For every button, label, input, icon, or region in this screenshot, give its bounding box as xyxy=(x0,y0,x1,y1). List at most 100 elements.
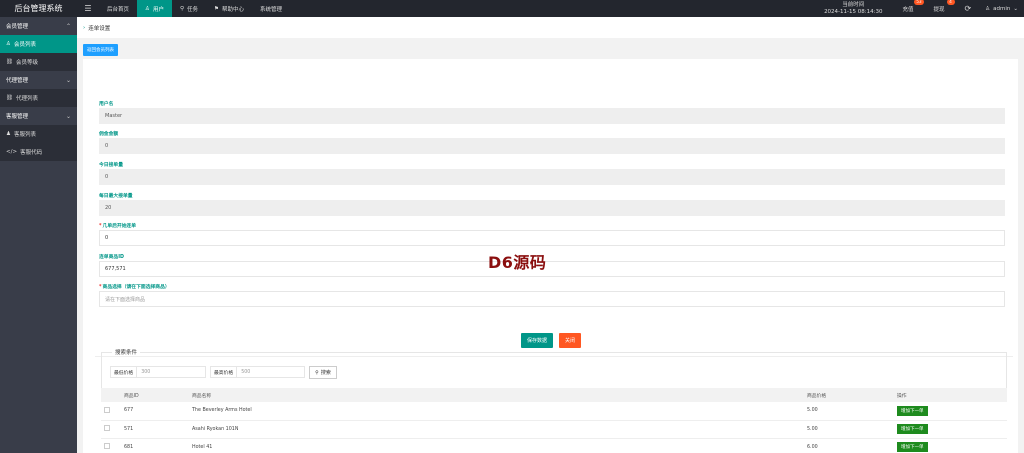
sidebar-group-members[interactable]: 会员管理 ⌃ xyxy=(0,17,77,35)
field-label-wrap: *商品选择（请在下面选择商品） xyxy=(99,283,1005,291)
sidebar-group-label: 会员管理 xyxy=(6,24,29,30)
recharge-badge: 53 xyxy=(914,0,924,5)
min-price-input[interactable]: 300 xyxy=(136,367,198,377)
table-row: 571 Asahi Ryokan 101N 5.00 增加下一单 xyxy=(101,420,1007,439)
cell-id: 571 xyxy=(121,420,189,439)
back-to-member-list-button[interactable]: 返回会员列表 xyxy=(83,44,118,56)
start-after-field: *几单后开始连单 0 xyxy=(99,222,1005,246)
save-button[interactable]: 保存数据 xyxy=(521,333,554,348)
header-checkbox xyxy=(101,388,121,402)
sidebar-item-label: 代理列表 xyxy=(15,96,38,102)
sidebar-item-member-list[interactable]: ♙ 会员列表 xyxy=(0,35,77,53)
field-label: 连单商品ID xyxy=(99,255,124,260)
recharge-link[interactable]: 充值 53 xyxy=(892,0,924,17)
header-action: 操作 xyxy=(894,388,1007,402)
add-next-order-button[interactable]: 增加下一单 xyxy=(897,405,928,416)
search-legend: 搜索条件 xyxy=(112,348,141,356)
user-menu[interactable]: ♙ admin ⌄ xyxy=(981,6,1024,12)
field-label: 商品选择（请在下面选择商品） xyxy=(102,285,170,290)
daily-max-field: 每日最大接单量 20 xyxy=(99,192,1005,216)
sidebar: 会员管理 ⌃ ♙ 会员列表 ⛓ 会员等级 代理管理 ⌄ ⛓ 代理列表 客服管理 … xyxy=(0,17,77,453)
field-label-wrap: *几单后开始连单 xyxy=(99,222,1005,230)
link-icon: ⛓ xyxy=(6,95,13,101)
nav-system[interactable]: 系统管理 xyxy=(252,0,290,17)
add-next-order-button[interactable]: 增加下一单 xyxy=(897,442,928,452)
withdraw-link[interactable]: 提现 4 xyxy=(924,0,955,17)
code-icon: </> xyxy=(6,149,18,155)
today-orders-input: 0 xyxy=(99,169,1005,185)
required-mark: * xyxy=(99,224,102,229)
recharge-label: 充值 xyxy=(902,6,914,13)
row-checkbox[interactable] xyxy=(104,425,110,431)
cell-action: 增加下一单 xyxy=(894,438,1007,453)
sidebar-item-support-code[interactable]: </> 客服代码 xyxy=(0,143,77,161)
sidebar-group-agents[interactable]: 代理管理 ⌄ xyxy=(0,71,77,89)
select-product-field: *商品选择（请在下面选择商品） 请在下面选择商品 xyxy=(99,283,1005,307)
nav-system-label: 系统管理 xyxy=(259,6,282,13)
sidebar-item-label: 会员列表 xyxy=(13,42,36,48)
header-name: 商品名称 xyxy=(189,388,804,402)
nav-users-label: 用户 xyxy=(152,6,164,13)
row-checkbox[interactable] xyxy=(104,443,110,449)
cell-price: 6.00 xyxy=(804,438,894,453)
nav-help[interactable]: ⚑ 帮助中心 xyxy=(206,0,252,17)
flag-icon: ⚑ xyxy=(214,5,219,12)
commission-input: 0 xyxy=(99,138,1005,154)
link-icon: ⛓ xyxy=(6,59,13,65)
clock: 当前时间 2024-11-15 08:14:30 xyxy=(814,2,892,16)
clock-value: 2024-11-15 08:14:30 xyxy=(824,8,883,15)
cell-price: 5.00 xyxy=(804,402,894,421)
sidebar-item-label: 会员等级 xyxy=(15,60,38,66)
nav-tasks[interactable]: ⚲ 任务 xyxy=(172,0,206,17)
max-price-input[interactable]: 500 xyxy=(236,367,298,377)
menu-icon[interactable]: ☰ xyxy=(77,0,99,17)
search-button-label: 搜索 xyxy=(320,370,331,376)
toolbar-strip xyxy=(83,41,1018,59)
sidebar-group-label: 代理管理 xyxy=(6,78,29,84)
cell-name: Hotel 41 xyxy=(189,438,804,453)
refresh-icon[interactable]: ⟳ xyxy=(955,4,982,13)
start-after-input[interactable]: 0 xyxy=(99,230,1005,246)
sidebar-group-support[interactable]: 客服管理 ⌄ xyxy=(0,107,77,125)
cell-price: 5.00 xyxy=(804,420,894,439)
sidebar-item-support-list[interactable]: ♟ 客服列表 xyxy=(0,125,77,143)
top-bar: 后台管理系统 ☰ 后台首页 ♙ 用户 ⚲ 任务 ⚑ 帮助中心 系统管理 当前时间 20… xyxy=(0,0,1024,17)
close-button[interactable]: 关闭 xyxy=(559,333,582,348)
table-row: 677 The Beverley Arms Hotel 5.00 增加下一单 xyxy=(101,402,1007,421)
user-icon: ♙ xyxy=(6,41,11,47)
row-checkbox-cell xyxy=(101,420,121,439)
sidebar-item-agent-list[interactable]: ⛓ 代理列表 xyxy=(0,89,77,107)
nav-users[interactable]: ♙ 用户 xyxy=(137,0,172,17)
min-price-field: 最低价格 300 xyxy=(110,366,206,378)
watermark: D6源码 xyxy=(488,253,547,272)
max-price-field: 最高价格 500 xyxy=(210,366,305,378)
breadcrumb: › 连单设置 xyxy=(77,17,1024,38)
required-mark: * xyxy=(99,285,102,290)
cell-id: 681 xyxy=(121,438,189,453)
product-table: 商品ID 商品名称 商品价格 操作 677 The Beverley Arms … xyxy=(101,388,1007,453)
cell-name: Asahi Ryokan 101N xyxy=(189,420,804,439)
row-checkbox[interactable] xyxy=(104,406,110,413)
user-name: admin xyxy=(993,5,1011,12)
header-id: 商品ID xyxy=(121,388,189,402)
chevron-down-icon: ⌄ xyxy=(65,112,71,120)
cell-action: 增加下一单 xyxy=(894,402,1007,421)
add-next-order-button[interactable]: 增加下一单 xyxy=(897,424,928,434)
chevron-up-icon: ⌃ xyxy=(65,22,71,30)
field-label: 今日接单量 xyxy=(99,163,123,168)
sidebar-item-member-level[interactable]: ⛓ 会员等级 xyxy=(0,53,77,71)
sidebar-item-label: 客服代码 xyxy=(20,150,43,156)
select-product-input[interactable]: 请在下面选择商品 xyxy=(99,291,1005,307)
nav-home[interactable]: 后台首页 xyxy=(99,0,137,17)
username-input: Master xyxy=(99,108,1005,124)
search-button[interactable]: ⚲ 搜索 xyxy=(309,366,337,379)
row-checkbox-cell xyxy=(101,438,121,453)
user-icon: ♙ xyxy=(145,5,150,12)
product-ids-input[interactable]: 677,571 xyxy=(99,261,1005,277)
today-orders-field: 今日接单量 0 xyxy=(99,161,1005,185)
field-label: 用户名 xyxy=(99,102,114,107)
top-nav: 后台首页 ♙ 用户 ⚲ 任务 ⚑ 帮助中心 系统管理 xyxy=(99,0,290,17)
form-actions: 保存数据 关闭 xyxy=(521,333,582,348)
username-field: 用户名 Master xyxy=(99,100,1005,124)
table-row: 681 Hotel 41 6.00 增加下一单 xyxy=(101,438,1007,453)
